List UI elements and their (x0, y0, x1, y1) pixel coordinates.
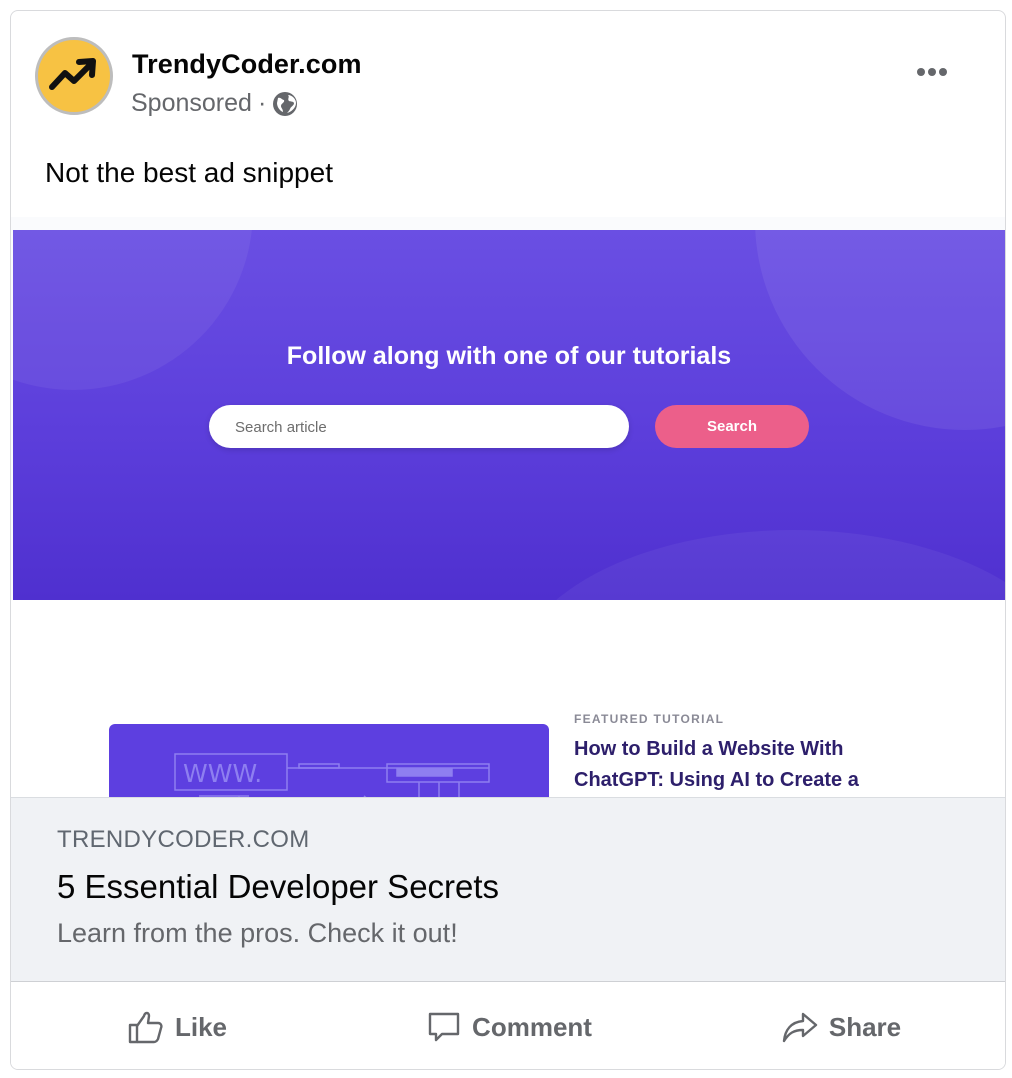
link-domain: TRENDYCODER.COM (57, 826, 310, 853)
page-avatar[interactable] (35, 37, 113, 115)
sponsored-label[interactable]: Sponsored (131, 89, 252, 118)
hero-banner: Follow along with one of our tutorials S… (13, 230, 1005, 600)
comment-label: Comment (472, 1011, 592, 1042)
link-description: Learn from the pros. Check it out! (57, 918, 458, 948)
share-icon (782, 1012, 818, 1043)
more-options-icon (917, 68, 925, 76)
share-button[interactable]: Share (675, 982, 1005, 1069)
www-text: WWW. (183, 759, 262, 788)
search-button[interactable]: Search (655, 405, 809, 448)
more-options-button[interactable] (917, 63, 961, 87)
post-actions-bar: Like Comment Share (11, 981, 1005, 1069)
share-label: Share (828, 1011, 902, 1042)
featured-tutorial-title[interactable]: How to Build a Website With ChatGPT: Usi… (574, 734, 904, 796)
comment-button[interactable]: Comment (343, 982, 675, 1069)
link-headline[interactable]: 5 Essential Developer Secrets (57, 868, 499, 906)
ad-post-card: TrendyCoder.com Sponsored · Not the best… (10, 10, 1006, 1070)
featured-tutorial-label: FEATURED TUTORIAL (574, 712, 725, 726)
hero-title: Follow along with one of our tutorials (286, 342, 732, 370)
article-search-field[interactable] (209, 405, 629, 450)
featured-tutorial-illustration[interactable]: WWW. (109, 724, 549, 801)
website-wireframe-icon: WWW. (174, 753, 490, 801)
comment-icon (428, 1012, 460, 1042)
globe-icon (272, 91, 298, 117)
post-meta: Sponsored · (131, 89, 298, 118)
link-preview-bar[interactable]: TRENDYCODER.COM 5 Essential Developer Se… (11, 797, 1005, 982)
thumbs-up-icon (128, 1011, 163, 1044)
meta-separator: · (257, 89, 267, 117)
like-label: Like (174, 1011, 228, 1042)
trending-up-icon (49, 58, 96, 90)
article-search-input[interactable] (233, 405, 607, 450)
page-name-link[interactable]: TrendyCoder.com (132, 49, 362, 80)
ad-preview-image[interactable]: Follow along with one of our tutorials S… (11, 217, 1005, 801)
post-text: Not the best ad snippet (45, 157, 333, 188)
like-button[interactable]: Like (11, 982, 343, 1069)
